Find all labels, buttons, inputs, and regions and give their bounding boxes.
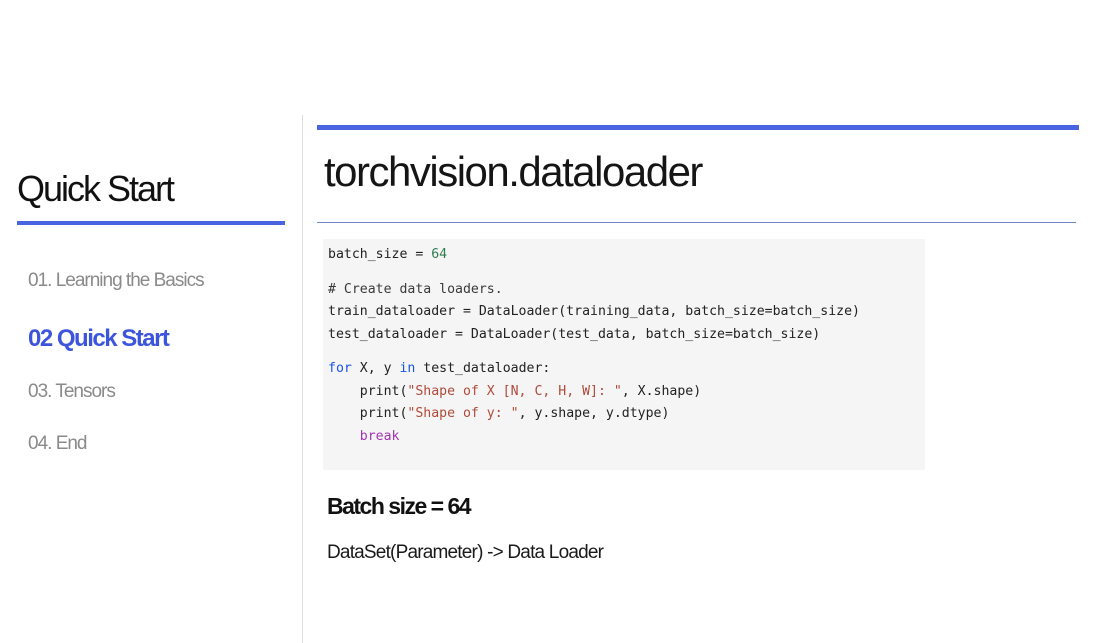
code-text: test_dataloader: [415,361,551,376]
code-block: batch_size = 64 # Create data loaders. tra… [323,239,925,470]
vertical-divider [302,115,303,643]
code-keyword: for [328,361,352,376]
nav-item-learning-basics[interactable]: 01. Learning the Basics [28,270,205,292]
title-underline [317,222,1076,223]
code-keyword: break [359,428,400,444]
code-text: print( [359,383,408,399]
code-line: # Create data loaders. [328,279,925,302]
code-line: for X, y in test_dataloader: [328,358,925,381]
code-line: print("Shape of y: ", y.shape, y.dtype) [328,403,925,426]
code-line: train_dataloader = DataLoader(training_d… [328,301,925,324]
code-line: batch_size = 64 [328,244,925,267]
code-number: 64 [431,247,448,262]
code-text: train_dataloader = DataLoader(training_d… [328,304,860,319]
code-text: print( [359,406,408,421]
slide-title: torchvision.dataloader [324,148,703,195]
sidebar-title: Quick Start [17,168,175,209]
nav-item-tensors[interactable]: 03. Tensors [28,381,116,403]
header-accent-bar [317,125,1079,130]
nav-item-quick-start[interactable]: 02 Quick Start [28,325,170,353]
code-text: test_dataloader = DataLoader(test_data, … [328,326,821,342]
code-comment: # Create data loaders. [328,281,503,297]
code-keyword: in [399,361,416,376]
code-text: , y.shape, y.dtype) [518,406,670,421]
code-line: print("Shape of X [N, C, H, W]: ", X.sha… [328,381,925,404]
code-string: "Shape of y: " [407,406,519,421]
code-text: X, y [351,361,400,376]
code-text: batch_size = [328,247,432,262]
code-line: test_dataloader = DataLoader(test_data, … [328,324,925,347]
nav-item-end[interactable]: 04. End [28,433,87,455]
code-string: "Shape of X [N, C, H, W]: " [407,383,622,399]
code-line: break [328,426,925,449]
body-text: DataSet(Parameter) -> Data Loader [327,542,604,563]
code-text: , X.shape) [621,383,702,399]
batch-size-heading: Batch size = 64 [327,493,472,519]
sidebar-accent-rule [17,221,285,225]
